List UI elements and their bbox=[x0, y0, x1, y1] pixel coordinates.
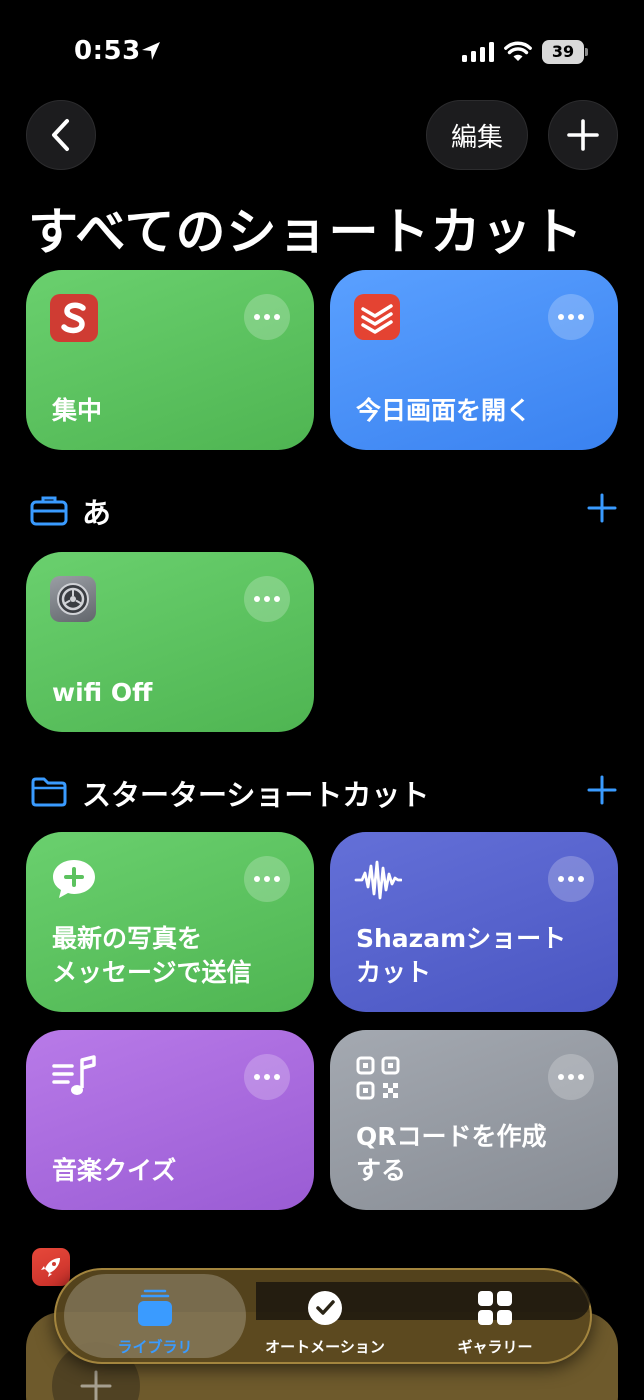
section-add-icon[interactable] bbox=[586, 774, 618, 806]
tab-automation[interactable]: オートメーション bbox=[240, 1276, 410, 1360]
settings-icon bbox=[50, 576, 96, 622]
more-options-button[interactable] bbox=[244, 576, 290, 622]
message-plus-icon bbox=[53, 860, 95, 898]
back-button[interactable] bbox=[26, 100, 96, 170]
shortcut-tile-send-photo[interactable]: 最新の写真を メッセージで送信 bbox=[26, 832, 314, 1012]
todoist-icon bbox=[354, 294, 400, 340]
more-options-button[interactable] bbox=[244, 856, 290, 902]
tab-label: ライブラリ bbox=[117, 1338, 193, 1356]
shortcut-label: 最新の写真を メッセージで送信 bbox=[52, 924, 252, 987]
section-add-icon[interactable] bbox=[586, 492, 618, 524]
status-time: 0:53 bbox=[74, 36, 141, 66]
shortcut-tile-wifi-off[interactable]: wifi Off bbox=[26, 552, 314, 732]
qr-code-icon bbox=[356, 1056, 400, 1100]
tab-gallery[interactable]: ギャラリー bbox=[410, 1276, 580, 1360]
rocket-icon bbox=[32, 1248, 70, 1286]
wifi-icon bbox=[504, 41, 532, 61]
shortcut-tile-open-today[interactable]: 今日画面を開く bbox=[330, 270, 618, 450]
add-shortcut-button[interactable] bbox=[548, 100, 618, 170]
battery-icon: 39 bbox=[542, 40, 588, 64]
tab-bar: ライブラリ オートメーション ギャラリー bbox=[54, 1268, 592, 1364]
s-app-icon bbox=[50, 294, 98, 342]
section-title: あ bbox=[82, 496, 112, 530]
waveform-icon bbox=[354, 860, 402, 900]
tab-label: オートメーション bbox=[265, 1338, 385, 1356]
plus-icon bbox=[567, 119, 599, 151]
status-bar: 0:53 39 bbox=[0, 0, 644, 100]
shortcut-tile-focus[interactable]: 集中 bbox=[26, 270, 314, 450]
shortcut-tile-music-quiz[interactable]: 音楽クイズ bbox=[26, 1030, 314, 1210]
battery-level: 39 bbox=[542, 40, 584, 64]
clock-check-icon bbox=[308, 1291, 342, 1325]
library-icon bbox=[138, 1289, 172, 1326]
grid-icon bbox=[478, 1291, 512, 1325]
folder-icon bbox=[31, 777, 67, 807]
shortcut-tile-qr-code[interactable]: QRコードを作成 する bbox=[330, 1030, 618, 1210]
tab-label: ギャラリー bbox=[457, 1338, 533, 1356]
tab-library[interactable]: ライブラリ bbox=[70, 1276, 240, 1360]
page-title: すべてのショートカット bbox=[28, 203, 584, 261]
briefcase-icon bbox=[30, 496, 68, 526]
signal-icon bbox=[462, 42, 494, 62]
location-arrow-icon bbox=[142, 42, 160, 60]
shortcut-label: 音楽クイズ bbox=[52, 1156, 177, 1185]
more-options-button[interactable] bbox=[548, 1054, 594, 1100]
shortcut-tile-shazam[interactable]: Shazamショート カット bbox=[330, 832, 618, 1012]
music-list-icon bbox=[52, 1055, 96, 1095]
more-options-button[interactable] bbox=[244, 294, 290, 340]
more-options-button[interactable] bbox=[548, 856, 594, 902]
more-options-button[interactable] bbox=[244, 1054, 290, 1100]
shortcut-label: 集中 bbox=[52, 396, 103, 425]
shortcut-label: QRコードを作成 する bbox=[356, 1122, 547, 1185]
section-title: スターターショートカット bbox=[82, 778, 430, 812]
edit-button[interactable]: 編集 bbox=[426, 100, 528, 170]
section-header-a: あ bbox=[28, 488, 618, 532]
section-header-starter: スターターショートカット bbox=[28, 770, 618, 814]
shortcut-label: Shazamショート カット bbox=[356, 924, 567, 987]
more-options-button[interactable] bbox=[548, 294, 594, 340]
shortcut-label: wifi Off bbox=[52, 678, 153, 707]
shortcut-label: 今日画面を開く bbox=[356, 396, 532, 425]
chevron-left-icon bbox=[52, 119, 69, 151]
